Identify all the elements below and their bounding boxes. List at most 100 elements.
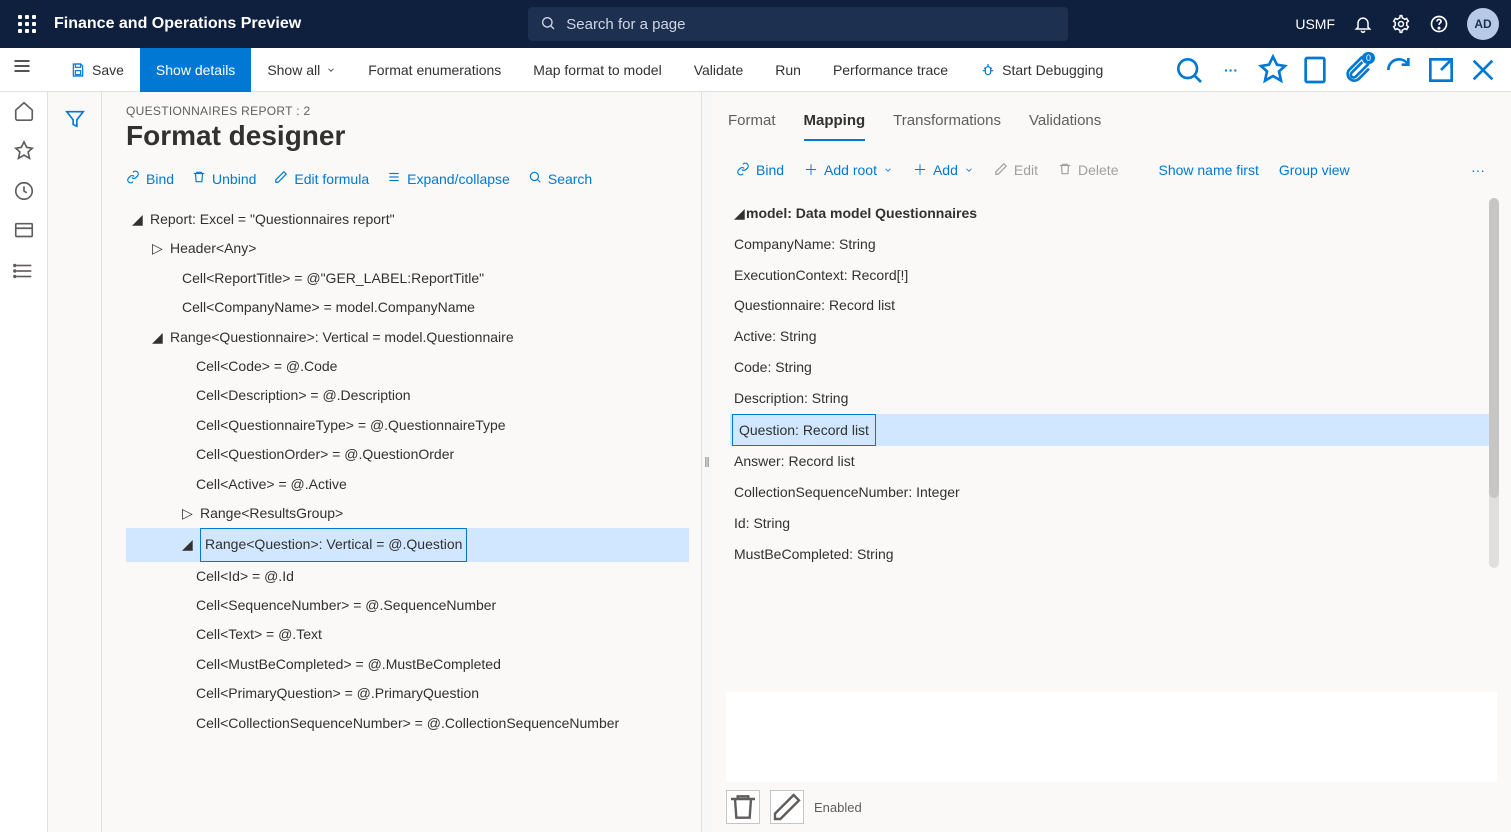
tree-node[interactable]: Cell<Active> = @.Active — [126, 470, 689, 499]
tab-validations[interactable]: Validations — [1029, 112, 1101, 141]
tree-node[interactable]: Active: String — [730, 321, 1499, 352]
attachments-icon[interactable]: 0 — [1341, 54, 1373, 86]
delete-node-button[interactable] — [726, 790, 760, 824]
tree-node[interactable]: Cell<SequenceNumber> = @.SequenceNumber — [126, 591, 689, 620]
edit-formula-button[interactable]: Edit formula — [274, 170, 369, 187]
tree-node[interactable]: Cell<ReportTitle> = @"GER_LABEL:ReportTi… — [126, 264, 689, 293]
gear-icon[interactable] — [1391, 14, 1411, 34]
avatar[interactable]: AD — [1467, 8, 1499, 40]
format-enumerations-button[interactable]: Format enumerations — [352, 48, 517, 92]
attachments-badge: 0 — [1362, 52, 1375, 64]
tree-node[interactable]: MustBeCompleted: String — [730, 539, 1499, 570]
popout-icon[interactable] — [1425, 54, 1457, 86]
caret-down-icon[interactable]: ◢ — [182, 530, 192, 559]
bind-button[interactable]: Bind — [126, 170, 174, 187]
show-name-first-button[interactable]: Show name first — [1158, 162, 1258, 178]
tree-node[interactable]: Cell<QuestionnaireType> = @.Questionnair… — [126, 411, 689, 440]
scrollbar-thumb[interactable] — [1489, 198, 1499, 498]
tree-label: Cell<QuestionOrder> = @.QuestionOrder — [196, 440, 454, 469]
tab-transformations[interactable]: Transformations — [893, 112, 1001, 141]
show-details-button[interactable]: Show details — [140, 48, 251, 92]
caret-right-icon[interactable]: ▷ — [152, 234, 162, 263]
toolbar-search-icon[interactable] — [1173, 54, 1205, 86]
tree-node[interactable]: ◢Report: Excel = "Questionnaires report" — [126, 205, 689, 234]
more-icon[interactable]: ··· — [1215, 54, 1247, 86]
scrollbar[interactable] — [1489, 198, 1499, 568]
data-model-tree[interactable]: ◢model: Data model Questionnaires Compan… — [730, 198, 1499, 570]
refresh-icon[interactable] — [1383, 54, 1415, 86]
caret-right-icon[interactable]: ▷ — [182, 499, 192, 528]
tree-node-selected[interactable]: ◢Range<Question>: Vertical = @.Question — [126, 528, 689, 561]
tree-node[interactable]: Cell<MustBeCompleted> = @.MustBeComplete… — [126, 650, 689, 679]
tree-node[interactable]: ▷Answer: Record list — [730, 446, 1499, 477]
global-search[interactable] — [528, 7, 1068, 41]
tree-node[interactable]: Cell<Description> = @.Description — [126, 381, 689, 410]
add-button[interactable]: ＋Add — [913, 160, 974, 180]
expand-collapse-button[interactable]: Expand/collapse — [387, 170, 510, 187]
tree-node[interactable]: ◢Range<Questionnaire>: Vertical = model.… — [126, 323, 689, 352]
tree-node[interactable]: CollectionSequenceNumber: Integer — [730, 477, 1499, 508]
tab-format[interactable]: Format — [728, 112, 776, 141]
tree-node[interactable]: Cell<CompanyName> = model.CompanyName — [126, 293, 689, 322]
filter-icon[interactable] — [64, 108, 86, 130]
caret-down-icon[interactable]: ◢ — [734, 198, 746, 229]
caret-down-icon[interactable]: ◢ — [152, 323, 162, 352]
tree-node[interactable]: Cell<CollectionSequenceNumber> = @.Colle… — [126, 709, 689, 738]
save-icon — [70, 62, 86, 78]
add-root-button[interactable]: ＋Add root — [804, 160, 893, 180]
workspaces-icon[interactable] — [13, 220, 35, 242]
save-button[interactable]: Save — [54, 48, 140, 92]
validate-button[interactable]: Validate — [678, 48, 760, 92]
map-bind-button[interactable]: Bind — [736, 162, 784, 179]
tree-node[interactable]: Description: String — [730, 383, 1499, 414]
map-format-button[interactable]: Map format to model — [517, 48, 677, 92]
details-panel — [726, 692, 1497, 782]
personalize-icon[interactable] — [1257, 54, 1289, 86]
global-search-input[interactable] — [566, 16, 1056, 33]
overflow-icon[interactable]: ··· — [1471, 162, 1485, 178]
tree-node[interactable]: ▷Range<ResultsGroup> — [126, 499, 689, 528]
tree-node[interactable]: ▷ExecutionContext: Record[!] — [730, 260, 1499, 291]
tree-node[interactable]: Id: String — [730, 508, 1499, 539]
edit-node-button[interactable] — [770, 790, 804, 824]
group-view-button[interactable]: Group view — [1279, 162, 1350, 178]
office-icon[interactable] — [1299, 54, 1331, 86]
save-label: Save — [92, 62, 124, 78]
tree-node[interactable]: Code: String — [730, 352, 1499, 383]
home-icon[interactable] — [13, 100, 35, 122]
star-icon[interactable] — [13, 140, 35, 162]
bell-icon[interactable] — [1353, 14, 1373, 34]
close-icon[interactable] — [1467, 54, 1499, 86]
modules-icon[interactable] — [13, 260, 35, 282]
splitter[interactable]: ‖ — [702, 92, 712, 832]
caret-down-icon[interactable]: ◢ — [132, 205, 142, 234]
tree-node[interactable]: Cell<Id> = @.Id — [126, 562, 689, 591]
app-launcher-icon[interactable] — [12, 9, 42, 39]
company-label[interactable]: USMF — [1295, 16, 1335, 32]
tree-node[interactable]: ◢Questionnaire: Record list — [730, 290, 1499, 321]
start-debugging-button[interactable]: Start Debugging — [964, 48, 1119, 92]
tree-node[interactable]: Cell<Code> = @.Code — [126, 352, 689, 381]
tree-node[interactable]: Cell<QuestionOrder> = @.QuestionOrder — [126, 440, 689, 469]
tab-mapping[interactable]: Mapping — [804, 112, 866, 141]
format-tree[interactable]: ◢Report: Excel = "Questionnaires report"… — [126, 205, 701, 738]
recent-icon[interactable] — [13, 180, 35, 202]
help-icon[interactable] — [1429, 14, 1449, 34]
tree-node[interactable]: ▷Header<Any> — [126, 234, 689, 263]
show-all-button[interactable]: Show all — [251, 48, 352, 92]
tree-node[interactable]: Cell<Text> = @.Text — [126, 620, 689, 649]
hamburger-icon[interactable] — [12, 56, 32, 79]
tree-node-selected[interactable]: ◢Question: Record list — [730, 414, 1499, 447]
performance-trace-button[interactable]: Performance trace — [817, 48, 964, 92]
tree-label: Cell<Text> = @.Text — [196, 620, 322, 649]
tree-label: Cell<Code> = @.Code — [196, 352, 337, 381]
tree-node[interactable]: CompanyName: String — [730, 229, 1499, 260]
tree-node[interactable]: ◢model: Data model Questionnaires — [730, 198, 1499, 229]
trash-icon — [192, 170, 206, 187]
unbind-button[interactable]: Unbind — [192, 170, 256, 187]
format-enum-label: Format enumerations — [368, 62, 501, 78]
tree-node[interactable]: Cell<PrimaryQuestion> = @.PrimaryQuestio… — [126, 679, 689, 708]
run-button[interactable]: Run — [759, 48, 817, 92]
tree-search-button[interactable]: Search — [528, 170, 592, 187]
tree-label: Description: String — [734, 383, 848, 414]
